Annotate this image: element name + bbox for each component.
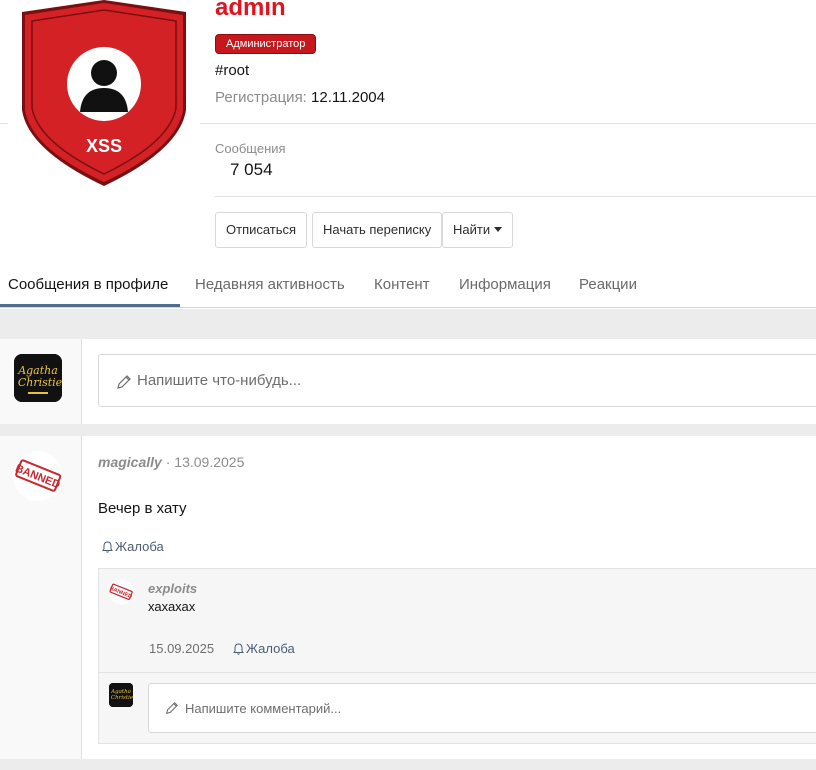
bell-icon (102, 541, 113, 553)
agatha-christie-logo-icon: Agatha Christie (109, 683, 133, 707)
start-conversation-button[interactable]: Начать переписку (312, 212, 443, 248)
registration-date: 12.11.2004 (311, 89, 385, 106)
profile-username[interactable]: admin (215, 0, 286, 22)
profile-tabs: Сообщения в профиле Недавняя активность … (0, 262, 816, 308)
comment-report-label: Жалоба (246, 641, 295, 656)
find-dropdown-button[interactable]: Найти (442, 212, 514, 248)
post-report-link[interactable]: Жалоба (102, 539, 164, 554)
banned-avatar[interactable]: BANNED (12, 450, 64, 502)
tab-recent-activity[interactable]: Недавняя активность (195, 276, 345, 293)
post-date[interactable]: 13.09.2025 (174, 454, 244, 470)
post-author[interactable]: magically (98, 454, 162, 470)
reply-avatar-logo-line1: Agatha (110, 689, 131, 695)
header-divider-left (0, 123, 8, 124)
header-divider (200, 123, 816, 124)
current-user-avatar[interactable]: Agatha Christie (14, 354, 62, 402)
profile-page: XSS admin Администратор #root Регистраци… (0, 0, 816, 770)
messages-stat-value[interactable]: 7 054 (230, 160, 273, 180)
avatar-logo-line2: Christie (18, 376, 62, 389)
shield-avatar-icon: XSS (22, 0, 186, 186)
registration-line: Регистрация: 12.11.2004 (215, 89, 385, 106)
tab-profile-posts[interactable]: Сообщения в профиле (8, 276, 168, 293)
reply-user-avatar[interactable]: Agatha Christie (109, 683, 133, 707)
reply-avatar-logo-line2: Christie (111, 695, 133, 701)
tab-content[interactable]: Контент (374, 276, 430, 293)
unsubscribe-button[interactable]: Отписаться (215, 212, 308, 248)
comment-section: BANNED exploits хахахах 15.09.2025 Жалоб… (98, 568, 816, 744)
comment-banned-avatar[interactable]: BANNED (108, 579, 134, 605)
write-something-placeholder: Напишите что-нибудь... (137, 372, 302, 389)
active-tab-indicator (0, 304, 180, 307)
pencil-icon (166, 702, 178, 714)
post-body: Вечер в хату (98, 500, 187, 517)
profile-post-composer: Agatha Christie Напишите что-нибудь... (0, 339, 816, 424)
stats-divider (215, 196, 816, 197)
post-meta: magically · 13.09.2025 (98, 454, 244, 470)
post-avatar-column: BANNED (0, 436, 82, 759)
role-badge: Администратор (215, 34, 317, 54)
agatha-christie-logo-icon: Agatha Christie (14, 354, 62, 402)
registration-label: Регистрация: (215, 89, 307, 106)
comment-divider (99, 672, 816, 673)
comment-author[interactable]: exploits (148, 581, 197, 596)
profile-post: BANNED magically · 13.09.2025 Вечер в ха… (0, 436, 816, 759)
avatar-text: XSS (86, 136, 122, 156)
tab-information[interactable]: Информация (459, 276, 551, 293)
tab-reactions[interactable]: Реакции (579, 276, 637, 293)
profile-avatar[interactable]: XSS (8, 0, 200, 196)
write-comment-input[interactable]: Напишите комментарий... (148, 683, 816, 733)
find-label: Найти (453, 222, 491, 237)
comment-text: хахахах (148, 599, 196, 614)
meta-separator: · (165, 454, 171, 470)
composer-avatar-column: Agatha Christie (0, 339, 82, 424)
messages-stat-label: Сообщения (215, 141, 286, 156)
comment-report-link[interactable]: Жалоба (233, 641, 295, 656)
bell-icon (233, 643, 244, 655)
comment-date[interactable]: 15.09.2025 (149, 641, 214, 656)
write-something-input[interactable]: Напишите что-нибудь... (98, 354, 816, 407)
pencil-icon (117, 375, 131, 389)
report-label: Жалоба (115, 539, 164, 554)
write-comment-placeholder: Напишите комментарий... (185, 701, 342, 716)
caret-down-icon (494, 227, 503, 232)
profile-tagline: #root (215, 62, 250, 79)
